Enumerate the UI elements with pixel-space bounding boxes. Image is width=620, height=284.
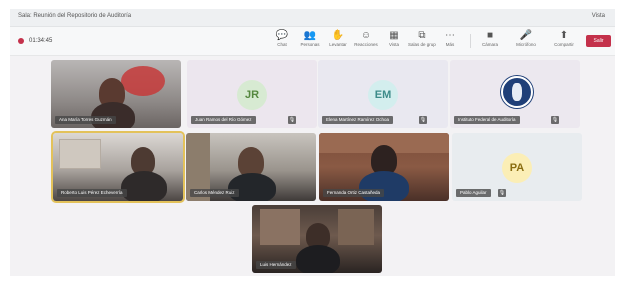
mic-off-icon: 🎙 [498, 189, 506, 197]
leave-button[interactable]: Salir [586, 35, 611, 47]
meeting-toolbar: 01:34:45 💬 Chat 👥 Personas ✋ Levantar ☺ … [10, 27, 615, 56]
camera-button[interactable]: ■ Cámara [476, 30, 504, 52]
participant-tile[interactable]: Carlos Méndez Ruiz [186, 133, 316, 201]
participant-tile[interactable]: Fernanda Ortiz Castañeda [319, 133, 449, 201]
breakout-rooms-button[interactable]: ⧉ Salas de grupo [408, 30, 436, 52]
mic-off-icon: 🎙 [288, 116, 296, 124]
participant-name: Luis Hernández [256, 261, 296, 269]
participant-name: Juan Ramos del Río Gómez [191, 116, 256, 124]
participant-tile[interactable]: Instituto Federal de Auditoría 🎙 [450, 60, 580, 128]
participant-avatar: PA [502, 153, 532, 183]
meeting-timer: 01:34:45 [29, 38, 53, 44]
view-button[interactable]: ▦ Vista [380, 30, 408, 52]
participant-tile[interactable]: PA Pablo Aguilar 🎙 [452, 133, 582, 201]
window-title: Sala: Reunión del Repositorio de Auditor… [18, 13, 132, 19]
participant-name: Ana María Torres Guzmán [55, 116, 116, 124]
participant-tile[interactable]: Roberto Luis Pérez Echeverría [51, 131, 185, 203]
reactions-button[interactable]: ☺ Reacciones [352, 30, 380, 52]
share-icon: ⬆ [559, 30, 569, 41]
mic-icon: 🎤 [519, 30, 533, 41]
raise-hand-icon: ✋ [331, 30, 345, 41]
chat-button[interactable]: 💬 Chat [268, 30, 296, 52]
participant-name: Fernanda Ortiz Castañeda [323, 189, 385, 197]
recording-indicator: 01:34:45 [18, 38, 52, 44]
people-button[interactable]: 👥 Personas [296, 30, 324, 52]
participant-tile[interactable]: EM Elena Martínez Ramírez Ochoa 🎙 [318, 60, 448, 128]
window-title-bar: Sala: Reunión del Repositorio de Auditor… [10, 9, 615, 27]
mic-button[interactable]: 🎤 Micrófono [512, 30, 540, 52]
participant-avatar: EM [368, 80, 398, 110]
mic-off-icon: 🎙 [551, 116, 559, 124]
chat-icon: 💬 [275, 30, 289, 41]
camera-icon: ■ [486, 30, 494, 41]
organization-logo-icon [501, 76, 533, 108]
participant-name: Carlos Méndez Ruiz [190, 189, 239, 197]
video-gallery: Ana María Torres Guzmán JR Juan Ramos de… [10, 56, 615, 276]
mic-off-icon: 🎙 [419, 116, 427, 124]
participant-name: Instituto Federal de Auditoría [454, 116, 520, 124]
participant-name: Roberto Luis Pérez Echeverría [57, 189, 127, 197]
participant-tile[interactable]: Luis Hernández [252, 205, 382, 273]
breakout-icon: ⧉ [418, 30, 426, 41]
people-icon: 👥 [303, 30, 317, 41]
recording-dot-icon [18, 38, 24, 44]
raise-hand-button[interactable]: ✋ Levantar [324, 30, 352, 52]
toolbar-divider [470, 34, 471, 48]
view-icon: ▦ [389, 30, 399, 41]
more-button[interactable]: ⋯ Más [436, 30, 464, 52]
view-menu[interactable]: Vista [592, 13, 605, 19]
participant-tile[interactable]: JR Juan Ramos del Río Gómez 🎙 [187, 60, 317, 128]
participant-avatar: JR [237, 80, 267, 110]
participant-name: Pablo Aguilar [456, 189, 491, 197]
reaction-icon: ☺ [360, 30, 372, 41]
share-button[interactable]: ⬆ Compartir [550, 30, 578, 52]
participant-name: Elena Martínez Ramírez Ochoa [322, 116, 394, 124]
more-icon: ⋯ [445, 30, 455, 41]
participant-tile[interactable]: Ana María Torres Guzmán [51, 60, 181, 128]
